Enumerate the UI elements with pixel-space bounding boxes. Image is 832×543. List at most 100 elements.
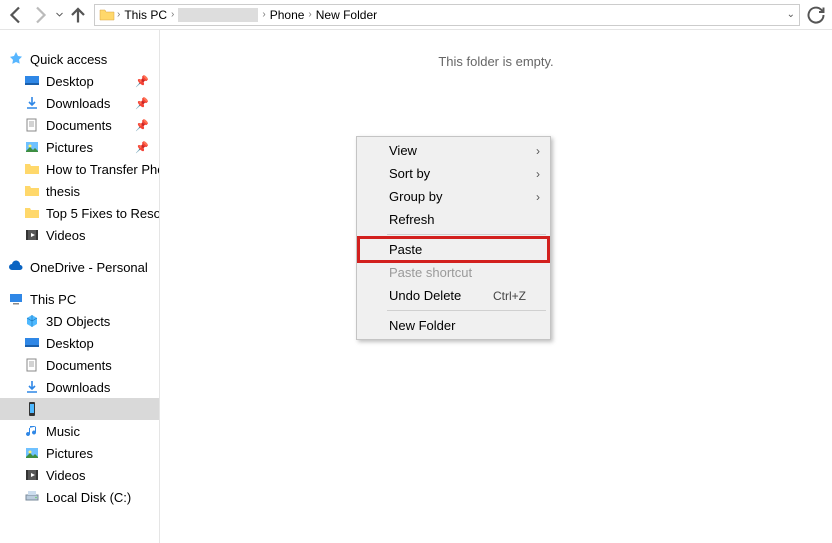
address-path[interactable]: › This PC › › Phone › New Folder ⌄ — [94, 4, 800, 26]
breadcrumb-this-pc[interactable]: This PC — [122, 8, 169, 22]
chevron-right-icon[interactable]: › — [115, 9, 122, 20]
context-menu-sort-by[interactable]: Sort by › — [359, 162, 548, 185]
phone-icon — [24, 401, 40, 417]
folder-icon — [24, 205, 40, 221]
tree-item-desktop[interactable]: Desktop 📌 — [0, 70, 159, 92]
tree-label: Videos — [46, 468, 86, 483]
tree-this-pc[interactable]: This PC — [0, 288, 159, 310]
documents-icon — [24, 357, 40, 373]
menu-shortcut: Ctrl+Z — [493, 289, 526, 303]
tree-label: Music — [46, 424, 80, 439]
tree-label: OneDrive - Personal — [30, 260, 148, 275]
tree-item-pictures[interactable]: Pictures 📌 — [0, 136, 159, 158]
chevron-right-icon: › — [536, 167, 540, 181]
3d-objects-icon — [24, 313, 40, 329]
tree-item-folder[interactable]: How to Transfer Pho — [0, 158, 159, 180]
downloads-icon — [24, 379, 40, 395]
tree-item-pictures[interactable]: Pictures — [0, 442, 159, 464]
tree-item-folder[interactable]: Top 5 Fixes to Resol — [0, 202, 159, 224]
redacted-text — [178, 8, 258, 22]
tree-label: Pictures — [46, 446, 93, 461]
desktop-icon — [24, 73, 40, 89]
context-menu-group-by[interactable]: Group by › — [359, 185, 548, 208]
tree-item-local-disk[interactable]: Local Disk (C:) — [0, 486, 159, 508]
context-menu: View › Sort by › Group by › Refresh Past… — [356, 136, 551, 340]
breadcrumb-phone[interactable]: Phone — [268, 8, 307, 22]
up-button[interactable] — [66, 3, 90, 27]
menu-label: View — [389, 143, 417, 158]
menu-label: New Folder — [389, 318, 455, 333]
disk-icon — [24, 489, 40, 505]
context-menu-view[interactable]: View › — [359, 139, 548, 162]
tree-item-videos[interactable]: Videos — [0, 464, 159, 486]
tree-label: 3D Objects — [46, 314, 110, 329]
tree-label: Desktop — [46, 336, 94, 351]
tree-label: Downloads — [46, 380, 110, 395]
onedrive-icon — [8, 259, 24, 275]
refresh-button[interactable] — [804, 3, 828, 27]
pictures-icon — [24, 445, 40, 461]
tree-item-3d-objects[interactable]: 3D Objects — [0, 310, 159, 332]
pin-icon: 📌 — [135, 97, 155, 110]
tree-onedrive[interactable]: OneDrive - Personal — [0, 256, 159, 278]
breadcrumb-folder[interactable]: New Folder — [314, 8, 379, 22]
menu-label: Refresh — [389, 212, 435, 227]
tree-quick-access[interactable]: Quick access — [0, 48, 159, 70]
tree-item-videos[interactable]: Videos — [0, 224, 159, 246]
tree-item-desktop[interactable]: Desktop — [0, 332, 159, 354]
tree-item-music[interactable]: Music — [0, 420, 159, 442]
menu-label: Undo Delete — [389, 288, 461, 303]
tree-item-folder[interactable]: thesis — [0, 180, 159, 202]
context-menu-paste[interactable]: Paste — [359, 238, 548, 261]
pin-icon: 📌 — [135, 141, 155, 154]
forward-button[interactable] — [28, 3, 52, 27]
chevron-right-icon: › — [536, 144, 540, 158]
address-bar: › This PC › › Phone › New Folder ⌄ — [0, 0, 832, 30]
tree-label: Local Disk (C:) — [46, 490, 131, 505]
chevron-right-icon[interactable]: › — [306, 9, 313, 20]
back-button[interactable] — [4, 3, 28, 27]
menu-separator — [387, 234, 546, 235]
empty-folder-message: This folder is empty. — [160, 30, 832, 69]
menu-label: Paste — [389, 242, 422, 257]
videos-icon — [24, 467, 40, 483]
context-menu-undo-delete[interactable]: Undo Delete Ctrl+Z — [359, 284, 548, 307]
menu-separator — [387, 310, 546, 311]
menu-label: Group by — [389, 189, 442, 204]
tree-label: This PC — [30, 292, 76, 307]
pin-icon: 📌 — [135, 75, 155, 88]
folder-content-area[interactable]: This folder is empty. View › Sort by › G… — [160, 30, 832, 543]
tree-item-phone[interactable] — [0, 398, 159, 420]
tree-item-downloads[interactable]: Downloads — [0, 376, 159, 398]
pin-icon: 📌 — [135, 119, 155, 132]
videos-icon — [24, 227, 40, 243]
context-menu-refresh[interactable]: Refresh — [359, 208, 548, 231]
tree-label: Desktop — [46, 74, 94, 89]
tree-label: Pictures — [46, 140, 93, 155]
navigation-tree: Quick access Desktop 📌 Downloads 📌 Docum… — [0, 30, 160, 543]
tree-item-documents[interactable]: Documents — [0, 354, 159, 376]
documents-icon — [24, 117, 40, 133]
chevron-right-icon[interactable]: › — [169, 9, 176, 20]
address-dropdown[interactable]: ⌄ — [787, 9, 795, 20]
context-menu-new-folder[interactable]: New Folder — [359, 314, 548, 337]
menu-label: Sort by — [389, 166, 430, 181]
tree-label: Documents — [46, 118, 112, 133]
chevron-right-icon[interactable]: › — [260, 9, 267, 20]
desktop-icon — [24, 335, 40, 351]
tree-label: thesis — [46, 184, 80, 199]
tree-item-documents[interactable]: Documents 📌 — [0, 114, 159, 136]
recent-dropdown[interactable] — [52, 3, 66, 27]
this-pc-icon — [8, 291, 24, 307]
menu-label: Paste shortcut — [389, 265, 472, 280]
tree-label: Downloads — [46, 96, 110, 111]
music-icon — [24, 423, 40, 439]
tree-label: Documents — [46, 358, 112, 373]
pictures-icon — [24, 139, 40, 155]
downloads-icon — [24, 95, 40, 111]
tree-label: Videos — [46, 228, 86, 243]
breadcrumb-device[interactable] — [176, 8, 260, 22]
tree-label: How to Transfer Pho — [46, 162, 159, 177]
tree-item-downloads[interactable]: Downloads 📌 — [0, 92, 159, 114]
tree-label: Quick access — [30, 52, 107, 67]
